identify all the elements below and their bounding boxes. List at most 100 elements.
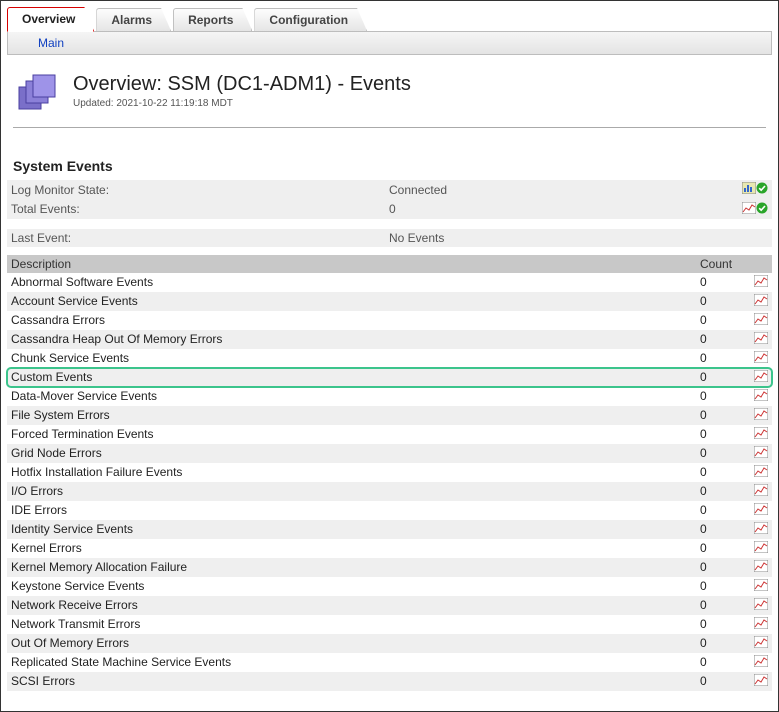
event-count: 0 bbox=[696, 351, 744, 365]
event-description: I/O Errors bbox=[7, 484, 696, 498]
histogram-icon[interactable] bbox=[742, 182, 756, 197]
column-description: Description bbox=[7, 255, 696, 273]
event-description: Keystone Service Events bbox=[7, 579, 696, 593]
status-ok-icon bbox=[756, 202, 768, 217]
event-row: File System Errors0 bbox=[7, 406, 772, 425]
last-event-label: Last Event: bbox=[7, 229, 385, 247]
event-count: 0 bbox=[696, 408, 744, 422]
chart-icon[interactable] bbox=[742, 202, 756, 217]
event-count: 0 bbox=[696, 294, 744, 308]
chart-icon[interactable] bbox=[754, 598, 768, 613]
section-title: System Events bbox=[7, 128, 772, 180]
event-row: Chunk Service Events0 bbox=[7, 349, 772, 368]
log-monitor-value: Connected bbox=[385, 180, 724, 199]
event-count: 0 bbox=[696, 598, 744, 612]
event-count: 0 bbox=[696, 313, 744, 327]
event-description: File System Errors bbox=[7, 408, 696, 422]
event-count: 0 bbox=[696, 579, 744, 593]
chart-icon[interactable] bbox=[754, 313, 768, 328]
events-table-header: Description Count bbox=[7, 255, 772, 273]
sub-nav: Main bbox=[7, 32, 772, 55]
event-description: Account Service Events bbox=[7, 294, 696, 308]
event-description: Replicated State Machine Service Events bbox=[7, 655, 696, 669]
chart-icon[interactable] bbox=[754, 579, 768, 594]
event-description: Network Transmit Errors bbox=[7, 617, 696, 631]
event-description: Hotfix Installation Failure Events bbox=[7, 465, 696, 479]
chart-icon[interactable] bbox=[754, 560, 768, 575]
event-count: 0 bbox=[696, 465, 744, 479]
chart-icon[interactable] bbox=[754, 427, 768, 442]
event-count: 0 bbox=[696, 541, 744, 555]
event-description: Chunk Service Events bbox=[7, 351, 696, 365]
event-count: 0 bbox=[696, 389, 744, 403]
event-description: Cassandra Errors bbox=[7, 313, 696, 327]
chart-icon[interactable] bbox=[754, 446, 768, 461]
event-count: 0 bbox=[696, 617, 744, 631]
event-description: IDE Errors bbox=[7, 503, 696, 517]
event-description: Identity Service Events bbox=[7, 522, 696, 536]
event-row: IDE Errors0 bbox=[7, 501, 772, 520]
chart-icon[interactable] bbox=[754, 484, 768, 499]
total-events-label: Total Events: bbox=[7, 199, 385, 218]
event-description: Kernel Memory Allocation Failure bbox=[7, 560, 696, 574]
event-count: 0 bbox=[696, 332, 744, 346]
chart-icon[interactable] bbox=[754, 522, 768, 537]
event-row: Cassandra Heap Out Of Memory Errors0 bbox=[7, 330, 772, 349]
event-count: 0 bbox=[696, 522, 744, 536]
last-event-value: No Events bbox=[385, 229, 724, 247]
chart-icon[interactable] bbox=[754, 674, 768, 689]
tab-configuration[interactable]: Configuration bbox=[254, 8, 367, 31]
event-row: Abnormal Software Events0 bbox=[7, 273, 772, 292]
chart-icon[interactable] bbox=[754, 655, 768, 670]
event-row: Identity Service Events0 bbox=[7, 520, 772, 539]
event-description: Kernel Errors bbox=[7, 541, 696, 555]
chart-icon[interactable] bbox=[754, 503, 768, 518]
tab-alarms[interactable]: Alarms bbox=[96, 8, 171, 31]
event-count: 0 bbox=[696, 446, 744, 460]
chart-icon[interactable] bbox=[754, 294, 768, 309]
event-count: 0 bbox=[696, 427, 744, 441]
log-monitor-label: Log Monitor State: bbox=[7, 180, 385, 199]
event-count: 0 bbox=[696, 674, 744, 688]
event-row: Account Service Events0 bbox=[7, 292, 772, 311]
column-count: Count bbox=[696, 255, 744, 273]
chart-icon[interactable] bbox=[754, 465, 768, 480]
event-description: Data-Mover Service Events bbox=[7, 389, 696, 403]
event-count: 0 bbox=[696, 503, 744, 517]
chart-icon[interactable] bbox=[754, 351, 768, 366]
event-description: Cassandra Heap Out Of Memory Errors bbox=[7, 332, 696, 346]
chart-icon[interactable] bbox=[754, 370, 768, 385]
chart-icon[interactable] bbox=[754, 636, 768, 651]
status-ok-icon bbox=[756, 182, 768, 197]
chart-icon[interactable] bbox=[754, 408, 768, 423]
event-row: Network Transmit Errors0 bbox=[7, 615, 772, 634]
event-count: 0 bbox=[696, 655, 744, 669]
chart-icon[interactable] bbox=[754, 541, 768, 556]
event-count: 0 bbox=[696, 636, 744, 650]
event-row: Out Of Memory Errors0 bbox=[7, 634, 772, 653]
chart-icon[interactable] bbox=[754, 332, 768, 347]
subnav-main-link[interactable]: Main bbox=[38, 36, 64, 50]
event-description: Out Of Memory Errors bbox=[7, 636, 696, 650]
chart-icon[interactable] bbox=[754, 275, 768, 290]
tab-reports[interactable]: Reports bbox=[173, 8, 252, 31]
page-header: Overview: SSM (DC1-ADM1) - Events Update… bbox=[7, 55, 772, 123]
event-count: 0 bbox=[696, 275, 744, 289]
summary-table: Log Monitor State: Connected Total Event… bbox=[7, 180, 772, 247]
event-row: Grid Node Errors0 bbox=[7, 444, 772, 463]
tab-overview[interactable]: Overview bbox=[7, 7, 94, 32]
server-stack-icon bbox=[17, 73, 59, 115]
event-count: 0 bbox=[696, 484, 744, 498]
event-count: 0 bbox=[696, 370, 744, 384]
chart-icon[interactable] bbox=[754, 617, 768, 632]
event-description: Network Receive Errors bbox=[7, 598, 696, 612]
events-table-body: Abnormal Software Events0Account Service… bbox=[7, 273, 772, 691]
event-description: Forced Termination Events bbox=[7, 427, 696, 441]
chart-icon[interactable] bbox=[754, 389, 768, 404]
event-description: Grid Node Errors bbox=[7, 446, 696, 460]
updated-timestamp: Updated: 2021-10-22 11:19:18 MDT bbox=[73, 98, 411, 109]
event-row: Hotfix Installation Failure Events0 bbox=[7, 463, 772, 482]
event-row: I/O Errors0 bbox=[7, 482, 772, 501]
total-events-value: 0 bbox=[385, 199, 724, 218]
tab-bar: Overview Alarms Reports Configuration bbox=[7, 7, 772, 32]
